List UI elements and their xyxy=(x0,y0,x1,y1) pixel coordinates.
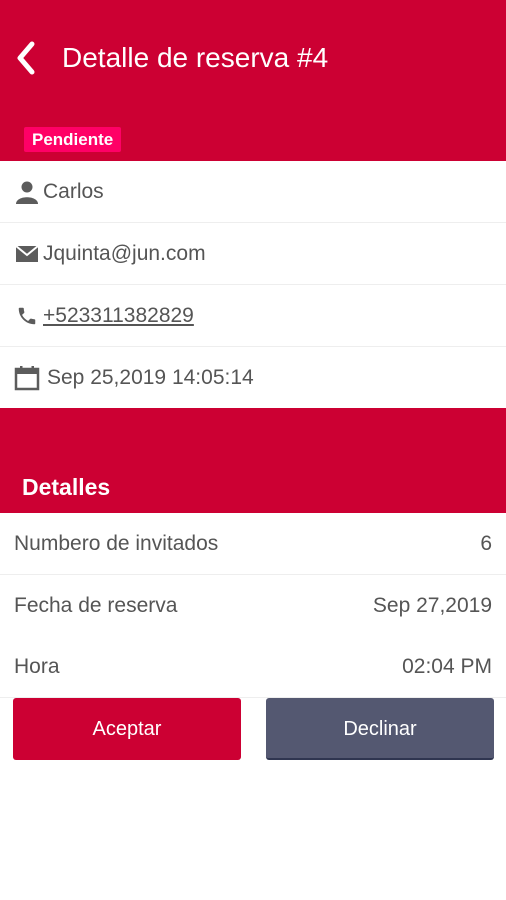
status-badge: Pendiente xyxy=(24,127,122,152)
detail-value-guests: 6 xyxy=(480,532,492,555)
detail-value-date: Sep 27,2019 xyxy=(372,594,492,617)
contact-phone-row[interactable]: +523311382829 xyxy=(0,285,506,347)
app-header: Detalle de reserva #4 Pendiente xyxy=(0,0,506,161)
detail-label-guests: Numbero de invitados xyxy=(14,532,219,555)
person-icon xyxy=(14,179,40,205)
contact-email-row: Jquinta@jun.com xyxy=(0,223,506,285)
details-section-title: Detalles xyxy=(22,474,111,500)
accept-button[interactable]: Aceptar xyxy=(13,698,241,760)
page-title: Detalle de reserva #4 xyxy=(62,42,329,73)
contact-name-row: Carlos xyxy=(0,161,506,223)
detail-row-time: Hora 02:04 PM xyxy=(0,636,506,698)
contact-name: Carlos xyxy=(43,180,104,203)
contact-datetime: Sep 25,2019 14:05:14 xyxy=(47,366,254,389)
detail-label-time: Hora xyxy=(14,655,60,678)
contact-phone-link[interactable]: +523311382829 xyxy=(43,285,194,347)
back-button[interactable] xyxy=(6,34,46,82)
detail-row-date: Fecha de reserva Sep 27,2019 xyxy=(0,575,506,637)
contact-datetime-row: Sep 25,2019 14:05:14 xyxy=(0,347,506,409)
contact-email: Jquinta@jun.com xyxy=(43,242,206,265)
phone-icon xyxy=(14,303,40,329)
back-arrow-icon xyxy=(17,41,35,75)
detail-row-guests: Numbero de invitados 6 xyxy=(0,513,506,575)
envelope-icon xyxy=(14,241,40,267)
detail-value-time: 02:04 PM xyxy=(402,655,492,678)
calendar-icon xyxy=(14,365,40,391)
detail-label-date: Fecha de reserva xyxy=(14,594,178,617)
decline-button[interactable]: Declinar xyxy=(266,698,494,760)
